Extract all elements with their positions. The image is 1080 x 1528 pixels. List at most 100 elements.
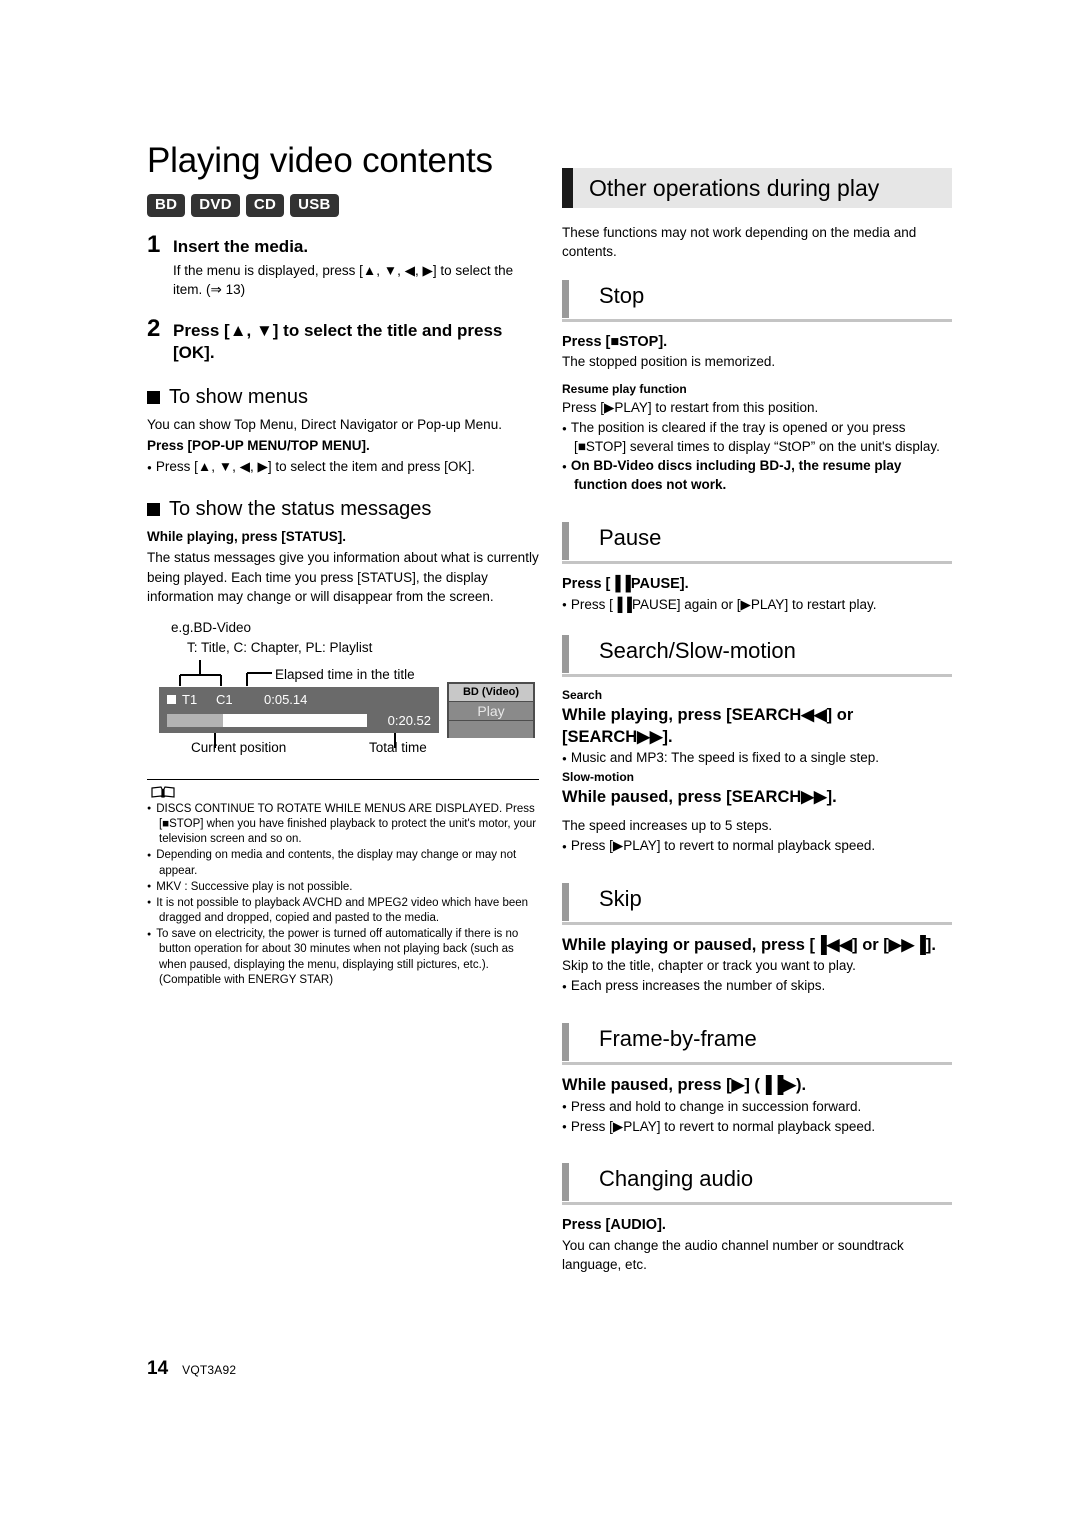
osd-panel: T1 C1 0:05.14 0:20.52 — [159, 686, 439, 733]
skip-line1: Skip to the title, chapter or track you … — [562, 958, 856, 974]
status-messages-press: While playing, press [STATUS]. — [147, 529, 347, 545]
subsection-header-skip: Skip — [562, 882, 952, 925]
diagram-example-label: e.g.BD-Video — [171, 619, 252, 635]
diagram-callout-current-position: Current position — [191, 739, 287, 755]
step-2-number: 2 — [147, 315, 161, 343]
diagram-legend: T: Title, C: Chapter, PL: Playlist — [187, 639, 373, 655]
step-1: 1 Insert the media. — [147, 233, 539, 258]
left-column: Playing video contents BD DVD CD USB 1 I… — [147, 141, 539, 989]
note-item: To save on electricity, the power is tur… — [147, 927, 539, 988]
section-status-messages: To show the status messages — [147, 498, 539, 521]
manual-page: Playing video contents BD DVD CD USB 1 I… — [0, 0, 1080, 1528]
stop-bullet-1: The position is cleared if the tray is o… — [562, 419, 952, 457]
subheader-underline — [562, 1062, 952, 1066]
note-item: It is not possible to playback AVCHD and… — [147, 896, 539, 926]
page-number: 14 — [147, 1358, 169, 1379]
section-status-messages-label: To show the status messages — [169, 498, 432, 521]
notes-list: DISCS CONTINUE TO ROTATE WHILE MENUS ARE… — [147, 802, 539, 988]
section-intro-text: These functions may not work depending o… — [562, 225, 917, 259]
subsection-stop-label: Stop — [599, 282, 645, 308]
square-bullet-icon — [147, 390, 160, 404]
osd-title-marker: T1 — [182, 691, 198, 707]
header-marker-icon — [562, 168, 573, 208]
diagram-callout-total-time: Total time — [369, 739, 427, 755]
section-to-show-menus: To show menus — [147, 386, 539, 409]
audio-line1: You can change the audio channel number … — [562, 1237, 904, 1272]
subheader-bar-icon — [562, 882, 569, 921]
section-to-show-menus-label: To show menus — [169, 385, 308, 408]
media-badge-group: BD DVD CD USB — [147, 193, 539, 218]
skip-press-label: While playing or paused, press [▐◀◀] or … — [562, 935, 936, 954]
subheader-bar-icon — [562, 1023, 569, 1062]
pause-bullet-1: Press [▐▐PAUSE] again or [▶PLAY] to rest… — [562, 596, 952, 615]
step-1-body: If the menu is displayed, press [▲, ▼, ◀… — [173, 263, 514, 297]
osd-total-time: 0:20.52 — [387, 712, 431, 728]
subsection-header-frame-by-frame: Frame-by-frame — [562, 1023, 952, 1066]
osd-status-box: BD (Video) Play — [447, 681, 535, 738]
resume-play-heading: Resume play function — [562, 381, 687, 396]
subheader-underline — [562, 674, 952, 678]
subsection-header-changing-audio: Changing audio — [562, 1163, 952, 1206]
status-display-diagram: e.g.BD-Video T: Title, C: Chapter, PL: P… — [147, 620, 539, 765]
note-item: Depending on media and contents, the dis… — [147, 848, 539, 878]
diagram-callout-elapsed: Elapsed time in the title — [275, 666, 415, 682]
frame-bullet-1: Press and hold to change in succession f… — [562, 1098, 952, 1117]
show-menus-line1: You can show Top Menu, Direct Navigator … — [147, 416, 502, 432]
slow-motion-bullet: Press [▶PLAY] to revert to normal playba… — [562, 837, 952, 856]
subheader-bar-icon — [562, 635, 569, 674]
search-bullet: Music and MP3: The speed is fixed to a s… — [562, 749, 952, 768]
osd-progress-fill — [167, 713, 223, 727]
osd-progress-bar — [167, 713, 367, 727]
square-bullet-icon — [147, 503, 160, 517]
subsection-pause-label: Pause — [599, 525, 662, 551]
show-menus-bullet: Press [▲, ▼, ◀, ▶] to select the item an… — [147, 457, 539, 476]
search-label: Search — [562, 688, 603, 703]
slow-motion-press-label: While paused, press [SEARCH▶▶]. — [562, 787, 837, 806]
page-footer: 14 VQT3A92 — [147, 1358, 236, 1380]
audio-press-label: Press [AUDIO]. — [562, 1217, 666, 1234]
slow-motion-line: The speed increases up to 5 steps. — [562, 818, 773, 834]
subheader-underline — [562, 921, 952, 925]
media-badge-dvd: DVD — [191, 193, 240, 218]
subheader-bar-icon — [562, 1163, 569, 1202]
right-column: Other operations during play These funct… — [562, 168, 952, 1276]
subsection-changing-audio-label: Changing audio — [599, 1166, 754, 1192]
subheader-bar-icon — [562, 522, 569, 561]
stop-line1: The stopped position is memorized. — [562, 354, 776, 370]
subsection-header-pause: Pause — [562, 522, 952, 565]
note-item: MKV : Successive play is not possible. — [147, 880, 539, 895]
osd-status-empty-row — [449, 720, 533, 738]
note-item: DISCS CONTINUE TO ROTATE WHILE MENUS ARE… — [147, 802, 539, 848]
stop-square-icon — [167, 694, 176, 704]
subsection-search-label: Search/Slow-motion — [599, 638, 796, 664]
step-2-heading: Press [▲, ▼] to select the title and pre… — [173, 321, 503, 362]
skip-bullet-1: Each press increases the number of skips… — [562, 977, 952, 996]
page-title: Playing video contents — [147, 141, 493, 180]
section-header-label: Other operations during play — [589, 174, 880, 201]
subsection-skip-label: Skip — [599, 885, 642, 911]
media-badge-usb: USB — [290, 193, 339, 218]
subsection-header-search-slow-motion: Search/Slow-motion — [562, 635, 952, 678]
osd-status-media: BD (Video) — [449, 683, 533, 702]
book-note-icon — [151, 786, 175, 798]
osd-elapsed-time: 0:05.14 — [264, 691, 308, 707]
media-badge-bd: BD — [147, 193, 186, 218]
subsection-header-stop: Stop — [562, 279, 952, 322]
resume-play-line: Press [▶PLAY] to restart from this posit… — [562, 399, 819, 415]
step-1-heading: Insert the media. — [173, 237, 309, 257]
document-code: VQT3A92 — [182, 1363, 237, 1377]
stop-press-label: Press [■STOP]. — [562, 333, 668, 350]
subheader-underline — [562, 1202, 952, 1206]
frame-press-label: While paused, press [▶] (▐▐▶). — [562, 1076, 807, 1095]
search-press-label: While playing, press [SEARCH◀◀] or [SEAR… — [562, 706, 854, 746]
subsection-frame-by-frame-label: Frame-by-frame — [599, 1026, 757, 1052]
section-header-other-operations: Other operations during play — [562, 168, 952, 208]
osd-chapter-marker: C1 — [216, 691, 233, 707]
frame-bullet-2: Press [▶PLAY] to revert to normal playba… — [562, 1118, 952, 1137]
pause-press-label: Press [▐▐PAUSE]. — [562, 576, 689, 593]
show-menus-press: Press [POP-UP MENU/TOP MENU]. — [147, 437, 370, 453]
subheader-underline — [562, 561, 952, 565]
media-badge-cd: CD — [245, 193, 285, 218]
stop-bullet-2: On BD-Video discs including BD-J, the re… — [562, 457, 952, 495]
slow-motion-label: Slow-motion — [562, 769, 634, 784]
